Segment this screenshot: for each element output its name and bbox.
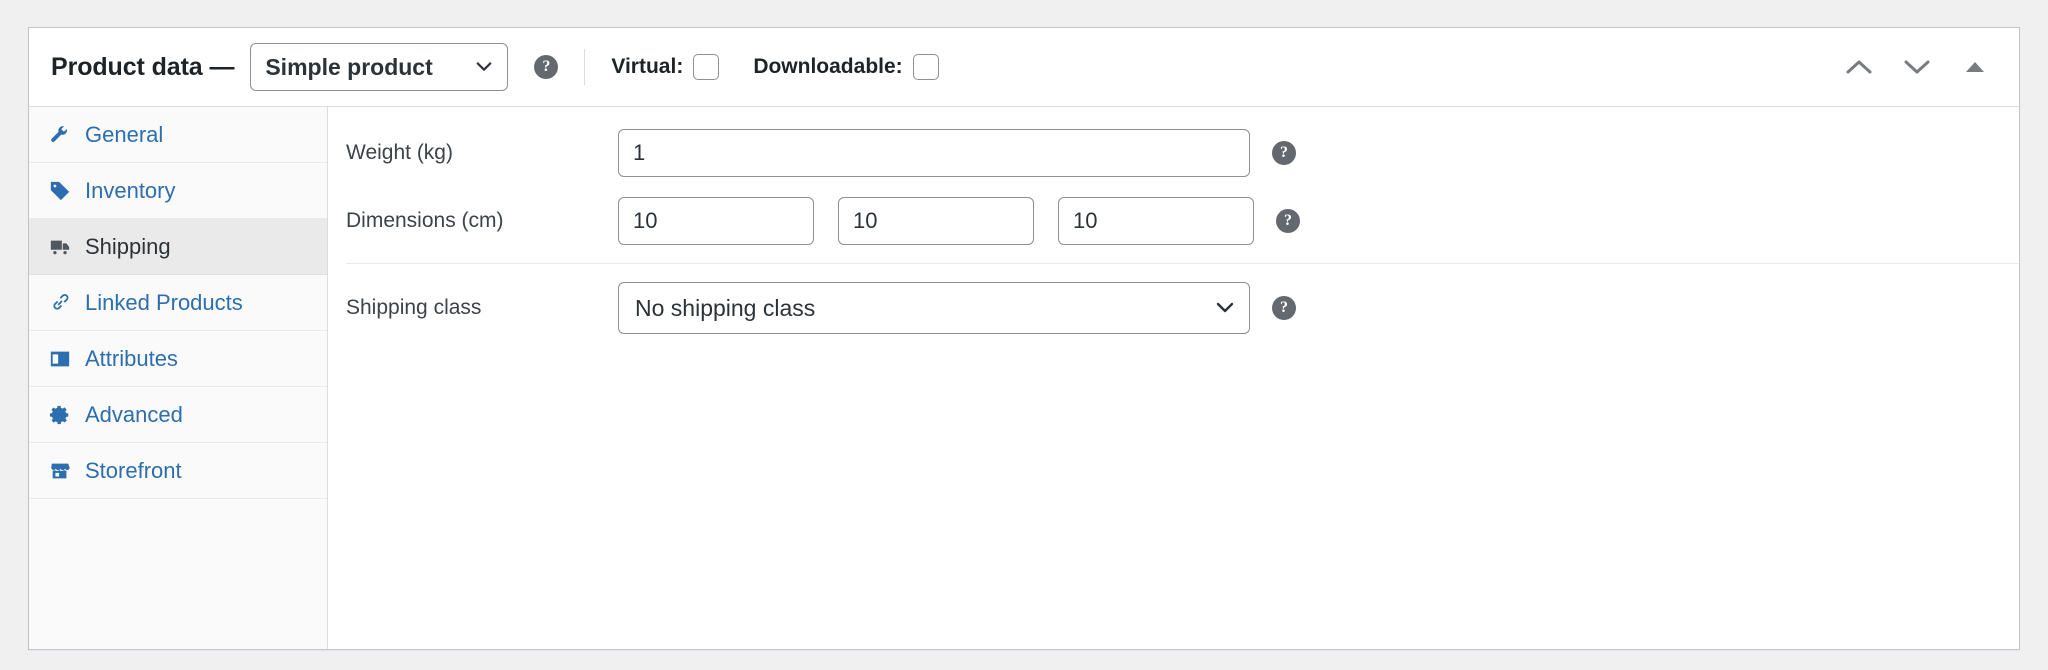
- shipping-class-select[interactable]: No shipping class: [618, 282, 1250, 334]
- sidebar-item-label: Storefront: [85, 458, 182, 484]
- toggle-panel-button[interactable]: [1953, 47, 1997, 87]
- downloadable-checkbox[interactable]: [913, 54, 939, 80]
- link-icon: [47, 290, 73, 316]
- sidebar-item-label: Inventory: [85, 178, 176, 204]
- sidebar-item-label: Shipping: [85, 234, 171, 260]
- sidebar-item-attributes[interactable]: Attributes: [29, 331, 327, 387]
- weight-field-row: Weight (kg) 1 ?: [328, 119, 2019, 187]
- dimension-length-input[interactable]: 10: [618, 197, 814, 245]
- gear-icon: [47, 402, 73, 428]
- downloadable-checkbox-group[interactable]: Downloadable:: [753, 54, 938, 80]
- product-type-value: Simple product: [265, 54, 432, 81]
- shipping-class-field-row: Shipping class No shipping class ?: [328, 272, 2019, 344]
- sidebar-item-advanced[interactable]: Advanced: [29, 387, 327, 443]
- product-data-tabs: General Inventory Shipping Linked Produc…: [29, 107, 328, 650]
- shipping-class-label: Shipping class: [346, 296, 618, 320]
- shipping-class-help-icon[interactable]: ?: [1272, 296, 1296, 320]
- product-type-help-icon[interactable]: ?: [534, 55, 558, 79]
- weight-help-icon[interactable]: ?: [1272, 141, 1296, 165]
- dimension-height-input[interactable]: 10: [1058, 197, 1254, 245]
- sidebar-item-label: Attributes: [85, 346, 178, 372]
- shipping-class-value: No shipping class: [635, 295, 815, 322]
- sidebar-item-inventory[interactable]: Inventory: [29, 163, 327, 219]
- sidebar-item-label: General: [85, 122, 163, 148]
- truck-icon: [47, 234, 73, 260]
- chevron-down-icon: [1215, 298, 1235, 318]
- sidebar-item-label: Linked Products: [85, 290, 243, 316]
- virtual-label: Virtual:: [611, 55, 683, 79]
- downloadable-label: Downloadable:: [753, 55, 902, 79]
- move-up-button[interactable]: [1837, 47, 1881, 87]
- dimension-width-input[interactable]: 10: [838, 197, 1034, 245]
- dimensions-field-row: Dimensions (cm) 10 10 10 ?: [328, 187, 2019, 255]
- sidebar-item-shipping[interactable]: Shipping: [29, 219, 327, 275]
- wrench-icon: [47, 122, 73, 148]
- sidebar-item-label: Advanced: [85, 402, 183, 428]
- move-down-button[interactable]: [1895, 47, 1939, 87]
- field-group-divider: [346, 263, 2019, 264]
- store-icon: [47, 458, 73, 484]
- virtual-checkbox[interactable]: [693, 54, 719, 80]
- tag-icon: [47, 178, 73, 204]
- sidebar-item-storefront[interactable]: Storefront: [29, 443, 327, 499]
- virtual-checkbox-group[interactable]: Virtual:: [611, 54, 719, 80]
- weight-input[interactable]: 1: [618, 129, 1250, 177]
- dimensions-inputs: 10 10 10: [618, 197, 1254, 245]
- panel-actions: [1837, 47, 1997, 87]
- panel-header: Product data — Simple product ? Virtual:…: [29, 28, 2019, 107]
- sidebar-item-general[interactable]: General: [29, 107, 327, 163]
- weight-label: Weight (kg): [346, 141, 618, 165]
- chevron-down-icon: [475, 58, 493, 76]
- dimensions-help-icon[interactable]: ?: [1276, 209, 1300, 233]
- product-type-select[interactable]: Simple product: [250, 43, 508, 91]
- panel-body: General Inventory Shipping Linked Produc…: [29, 107, 2019, 650]
- list-icon: [47, 346, 73, 372]
- product-data-panel: Product data — Simple product ? Virtual:…: [28, 27, 2020, 650]
- sidebar-item-linked-products[interactable]: Linked Products: [29, 275, 327, 331]
- shipping-panel-content: Weight (kg) 1 ? Dimensions (cm) 10 10 10…: [328, 107, 2019, 650]
- dimensions-label: Dimensions (cm): [346, 209, 618, 233]
- page-title: Product data —: [51, 53, 234, 82]
- header-divider: [584, 49, 585, 85]
